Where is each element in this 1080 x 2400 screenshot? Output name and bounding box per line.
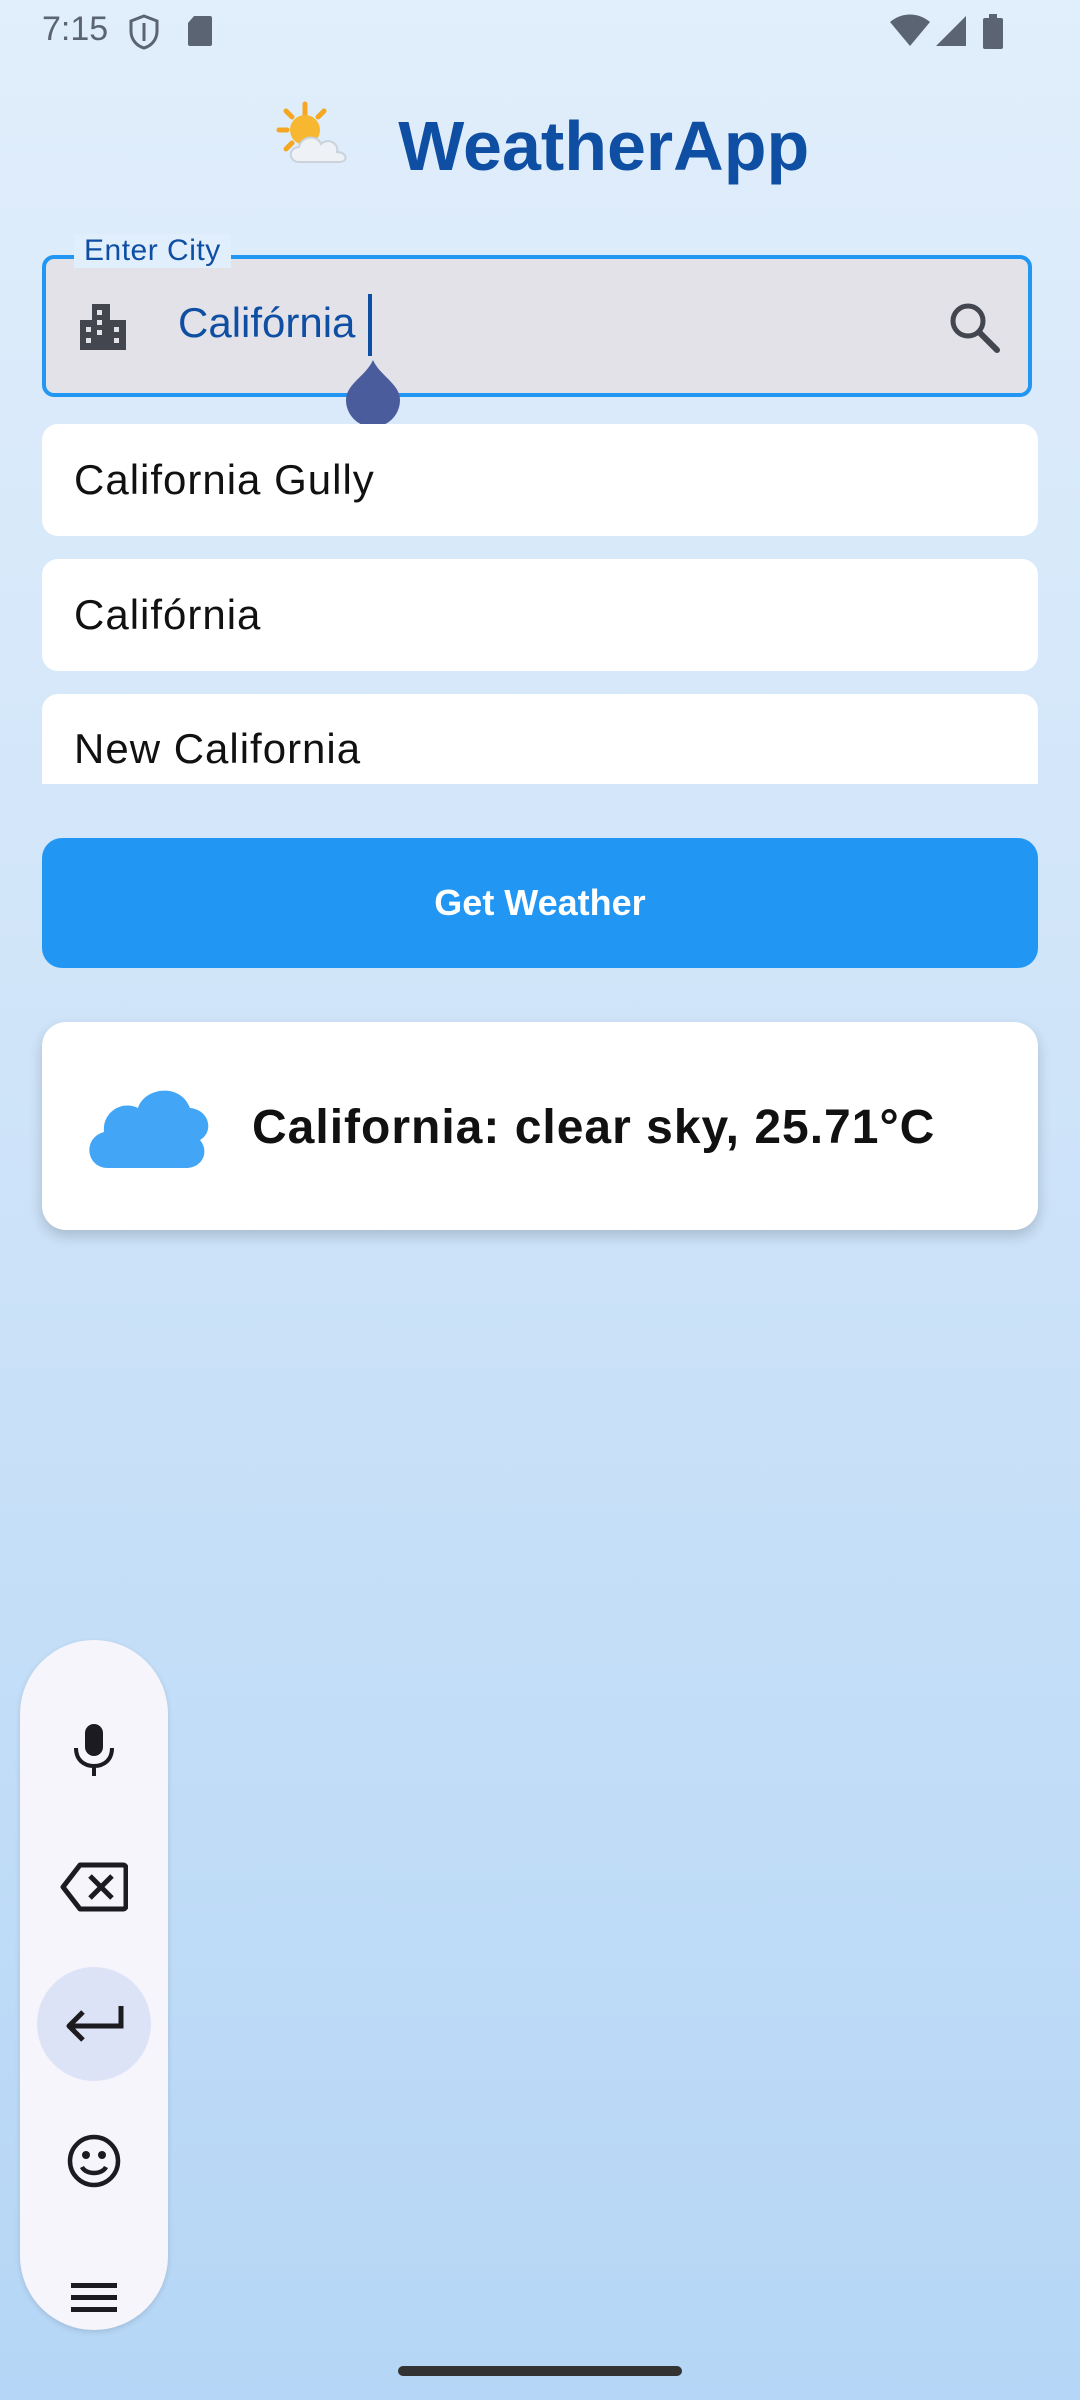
suggestion-item[interactable]: Califórnia	[42, 559, 1038, 671]
mic-icon[interactable]	[37, 1693, 151, 1807]
suggestion-item[interactable]: New California	[42, 694, 1038, 784]
search-icon[interactable]	[947, 300, 1001, 359]
status-bar: 7:15	[0, 0, 1080, 64]
home-indicator[interactable]	[398, 2366, 682, 2376]
enter-icon[interactable]	[37, 1967, 151, 2081]
signal-icon	[934, 14, 968, 53]
get-weather-button[interactable]: Get Weather	[42, 838, 1038, 968]
city-icon	[78, 300, 128, 357]
cursor-handle[interactable]	[344, 358, 402, 431]
city-search-input[interactable]: Califórnia	[178, 299, 355, 347]
sd-card-icon	[186, 14, 214, 53]
weather-result-text: California: clear sky, 25.71°C	[252, 1101, 936, 1154]
app-title: WeatherApp	[0, 100, 1080, 192]
suggestion-item[interactable]: California Gully	[42, 424, 1038, 536]
app-title-text: WeatherApp	[398, 107, 810, 185]
menu-icon[interactable]	[37, 2241, 151, 2355]
text-caret	[368, 294, 372, 356]
backspace-icon[interactable]	[37, 1830, 151, 1944]
shield-icon	[128, 14, 160, 55]
city-field-label: Enter City	[74, 234, 231, 268]
wifi-icon	[888, 14, 932, 53]
emoji-icon[interactable]	[37, 2104, 151, 2218]
cloud-icon	[82, 1082, 212, 1177]
battery-icon	[982, 14, 1004, 55]
sun-behind-cloud-icon	[271, 100, 357, 192]
status-time: 7:15	[42, 10, 109, 48]
keyboard-toolbar	[20, 1640, 168, 2330]
weather-result-card: California: clear sky, 25.71°C	[42, 1022, 1038, 1230]
